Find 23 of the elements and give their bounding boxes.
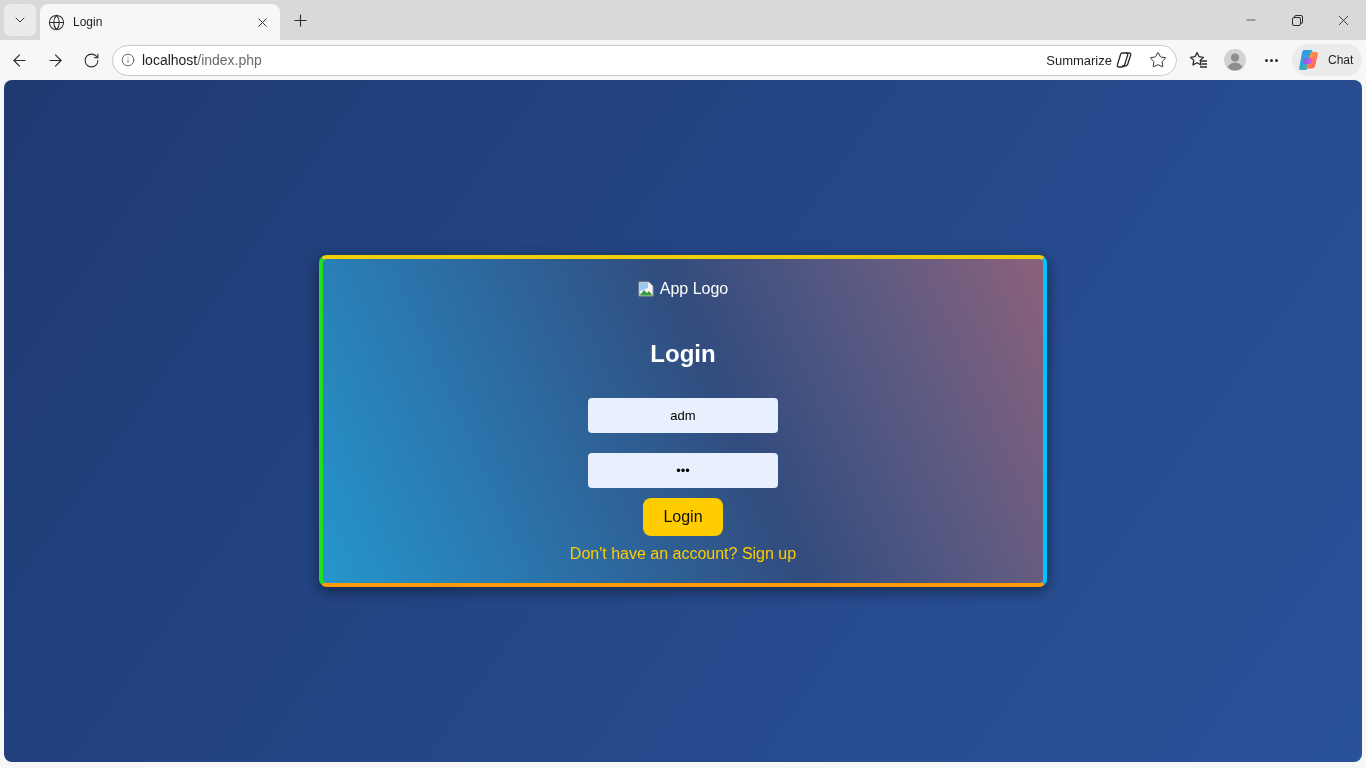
- logo-alt-text: App Logo: [659, 280, 729, 298]
- colorful-logo-icon: [1298, 49, 1320, 71]
- profile-avatar-icon: [1224, 49, 1246, 71]
- favorites-list-icon: [1189, 51, 1209, 69]
- info-icon: [121, 53, 135, 67]
- signup-link[interactable]: Don't have an account? Sign up: [569, 545, 797, 563]
- username-field[interactable]: adm: [588, 398, 778, 433]
- slanted-shapes-icon: [1115, 51, 1133, 69]
- restore-icon: [1291, 14, 1303, 26]
- browser-tab[interactable]: Login: [40, 4, 280, 40]
- broken-image-icon: [637, 281, 654, 297]
- login-title: Login: [650, 340, 716, 368]
- address-bar[interactable]: localhost/index.php Summarize: [112, 44, 1177, 76]
- password-field[interactable]: •••: [588, 453, 778, 488]
- tab-title: Login: [73, 15, 103, 29]
- reload-icon: [82, 51, 100, 69]
- more-icon: [1264, 58, 1278, 62]
- url-text: localhost/index.php: [142, 52, 262, 68]
- login-button[interactable]: Login: [643, 498, 723, 536]
- summarize-button[interactable]: Summarize: [1042, 47, 1137, 73]
- globe-icon: [48, 13, 65, 31]
- star-icon: [1149, 51, 1167, 69]
- chat-button[interactable]: Chat: [1292, 44, 1362, 76]
